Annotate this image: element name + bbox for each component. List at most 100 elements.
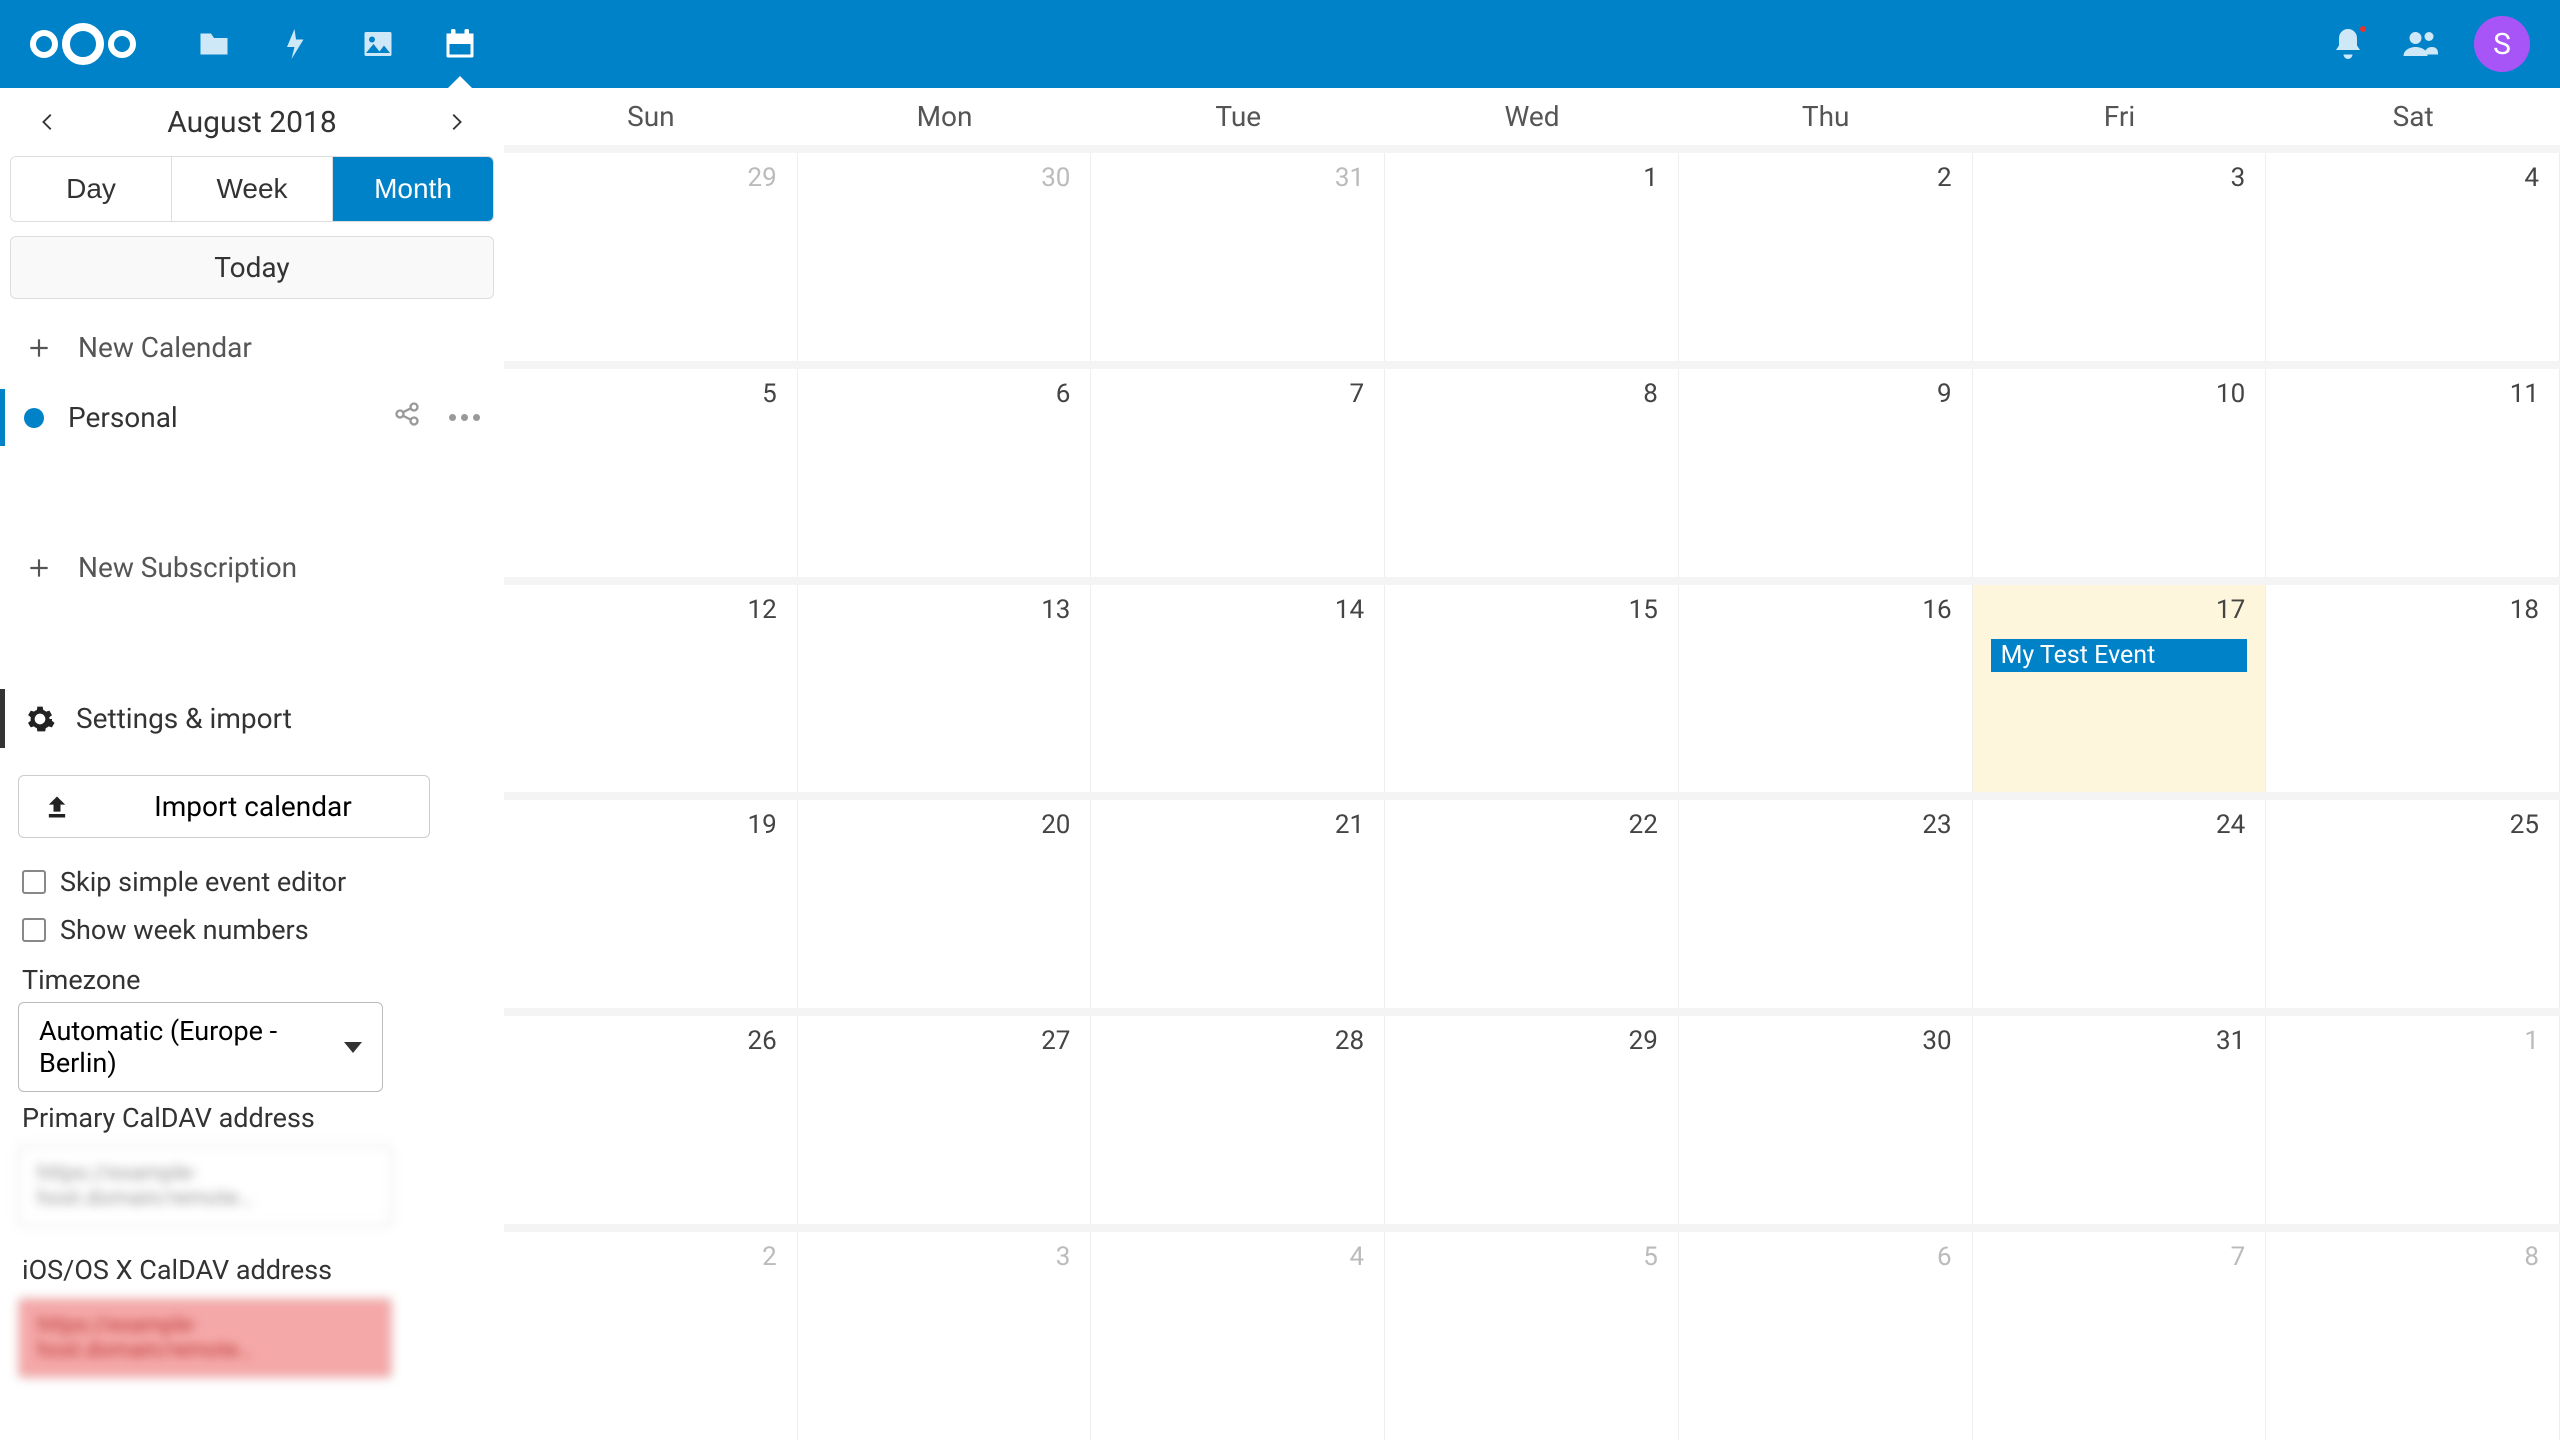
show-weeks-label: Show week numbers bbox=[60, 914, 309, 946]
ios-caldav-field[interactable]: https://example-host.domain/remote… bbox=[18, 1298, 392, 1378]
skip-editor-checkbox[interactable]: Skip simple event editor bbox=[18, 858, 486, 906]
calendar-cell[interactable]: 30 bbox=[798, 153, 1092, 361]
calendar-cell[interactable]: 1 bbox=[1385, 153, 1679, 361]
day-number: 8 bbox=[2524, 1242, 2539, 1272]
calendar-more-icon[interactable] bbox=[449, 414, 480, 421]
day-number: 31 bbox=[2216, 1026, 2245, 1056]
day-number: 13 bbox=[1041, 595, 1070, 625]
calendar-cell[interactable]: 9 bbox=[1679, 369, 1973, 577]
calendar-cell[interactable]: 4 bbox=[2266, 153, 2560, 361]
weekday-header: Tue bbox=[1091, 88, 1385, 145]
today-button[interactable]: Today bbox=[10, 236, 494, 299]
day-view-button[interactable]: Day bbox=[11, 157, 172, 221]
day-number: 3 bbox=[1056, 1242, 1071, 1272]
calendar-cell[interactable]: 17 My Test Event bbox=[1973, 585, 2267, 793]
calendar-cell[interactable]: 31 bbox=[1091, 153, 1385, 361]
new-calendar-label: New Calendar bbox=[78, 331, 252, 364]
calendar-cell[interactable]: 22 bbox=[1385, 800, 1679, 1008]
calendar-cell[interactable]: 27 bbox=[798, 1016, 1092, 1224]
calendar-cell[interactable]: 5 bbox=[1385, 1232, 1679, 1440]
import-calendar-button[interactable]: Import calendar bbox=[18, 775, 430, 838]
calendar-cell[interactable]: 6 bbox=[1679, 1232, 1973, 1440]
weekday-header: Thu bbox=[1679, 88, 1973, 145]
calendar-cell[interactable]: 1 bbox=[2266, 1016, 2560, 1224]
day-number: 20 bbox=[1041, 810, 1070, 840]
calendar-cell[interactable]: 2 bbox=[504, 1232, 798, 1440]
checkbox-icon bbox=[22, 918, 46, 942]
calendar-cell[interactable]: 18 bbox=[2266, 585, 2560, 793]
calendar-cell[interactable]: 5 bbox=[504, 369, 798, 577]
import-calendar-label: Import calendar bbox=[101, 790, 405, 823]
calendar-cell[interactable]: 25 bbox=[2266, 800, 2560, 1008]
share-calendar-icon[interactable] bbox=[393, 400, 421, 435]
day-number: 3 bbox=[2231, 163, 2246, 193]
month-view-button[interactable]: Month bbox=[333, 157, 493, 221]
calendar-cell[interactable]: 29 bbox=[504, 153, 798, 361]
day-number: 18 bbox=[2510, 595, 2539, 625]
calendar-cell[interactable]: 4 bbox=[1091, 1232, 1385, 1440]
calendar-list-item[interactable]: Personal bbox=[0, 382, 504, 453]
calendar-cell[interactable]: 11 bbox=[2266, 369, 2560, 577]
day-number: 30 bbox=[1922, 1026, 1951, 1056]
calendar-cell[interactable]: 23 bbox=[1679, 800, 1973, 1008]
show-weeks-checkbox[interactable]: Show week numbers bbox=[18, 906, 486, 954]
calendar-cell[interactable]: 24 bbox=[1973, 800, 2267, 1008]
calendar-cell[interactable]: 14 bbox=[1091, 585, 1385, 793]
user-avatar[interactable]: S bbox=[2474, 16, 2530, 72]
calendar-cell[interactable]: 29 bbox=[1385, 1016, 1679, 1224]
contacts-icon[interactable] bbox=[2402, 26, 2438, 62]
settings-import-toggle[interactable]: Settings & import bbox=[0, 682, 504, 755]
day-number: 19 bbox=[747, 810, 776, 840]
new-calendar-button[interactable]: New Calendar bbox=[0, 313, 504, 382]
calendar-cell[interactable]: 7 bbox=[1973, 1232, 2267, 1440]
activity-icon[interactable] bbox=[278, 26, 314, 62]
calendar-cell[interactable]: 15 bbox=[1385, 585, 1679, 793]
calendar-cell[interactable]: 3 bbox=[798, 1232, 1092, 1440]
calendar-cell[interactable]: 28 bbox=[1091, 1016, 1385, 1224]
calendar-cell[interactable]: 30 bbox=[1679, 1016, 1973, 1224]
day-number: 4 bbox=[2524, 163, 2539, 193]
day-number: 1 bbox=[2524, 1026, 2539, 1056]
weekday-header: Sun bbox=[504, 88, 798, 145]
day-number: 17 bbox=[2216, 595, 2245, 625]
timezone-value: Automatic (Europe - Berlin) bbox=[39, 1015, 344, 1079]
calendar-icon[interactable] bbox=[442, 26, 478, 62]
calendar-cell[interactable]: 10 bbox=[1973, 369, 2267, 577]
app-logo[interactable] bbox=[30, 23, 136, 65]
day-number: 6 bbox=[1056, 379, 1071, 409]
gallery-icon[interactable] bbox=[360, 26, 396, 62]
primary-caldav-label: Primary CalDAV address bbox=[18, 1092, 486, 1140]
timezone-label: Timezone bbox=[18, 954, 486, 1002]
day-number: 10 bbox=[2216, 379, 2245, 409]
calendar-cell[interactable]: 2 bbox=[1679, 153, 1973, 361]
prev-month-button[interactable] bbox=[28, 102, 68, 142]
calendar-cell[interactable]: 12 bbox=[504, 585, 798, 793]
calendar-cell[interactable]: 8 bbox=[2266, 1232, 2560, 1440]
sidebar: August 2018 Day Week Month Today New Cal… bbox=[0, 88, 504, 1440]
calendar-cell[interactable]: 8 bbox=[1385, 369, 1679, 577]
next-month-button[interactable] bbox=[436, 102, 476, 142]
top-bar: S bbox=[0, 0, 2560, 88]
calendar-cell[interactable]: 19 bbox=[504, 800, 798, 1008]
calendar-cell[interactable]: 6 bbox=[798, 369, 1092, 577]
calendar-cell[interactable]: 7 bbox=[1091, 369, 1385, 577]
calendar-cell[interactable]: 20 bbox=[798, 800, 1092, 1008]
calendar-cell[interactable]: 31 bbox=[1973, 1016, 2267, 1224]
weekday-header: Sat bbox=[2266, 88, 2560, 145]
calendar-event[interactable]: My Test Event bbox=[1991, 639, 2248, 672]
notifications-icon[interactable] bbox=[2330, 26, 2366, 62]
calendar-cell[interactable]: 16 bbox=[1679, 585, 1973, 793]
week-view-button[interactable]: Week bbox=[172, 157, 333, 221]
calendar-cell[interactable]: 21 bbox=[1091, 800, 1385, 1008]
calendar-cell[interactable]: 3 bbox=[1973, 153, 2267, 361]
timezone-select[interactable]: Automatic (Europe - Berlin) bbox=[18, 1002, 383, 1092]
new-subscription-button[interactable]: New Subscription bbox=[0, 533, 504, 602]
primary-caldav-field[interactable]: https://example-host.domain/remote… bbox=[18, 1146, 392, 1226]
nav-icons bbox=[196, 26, 478, 62]
calendar-cell[interactable]: 13 bbox=[798, 585, 1092, 793]
files-icon[interactable] bbox=[196, 26, 232, 62]
topbar-left bbox=[30, 23, 478, 65]
day-number: 2 bbox=[1937, 163, 1952, 193]
day-number: 26 bbox=[747, 1026, 776, 1056]
calendar-cell[interactable]: 26 bbox=[504, 1016, 798, 1224]
